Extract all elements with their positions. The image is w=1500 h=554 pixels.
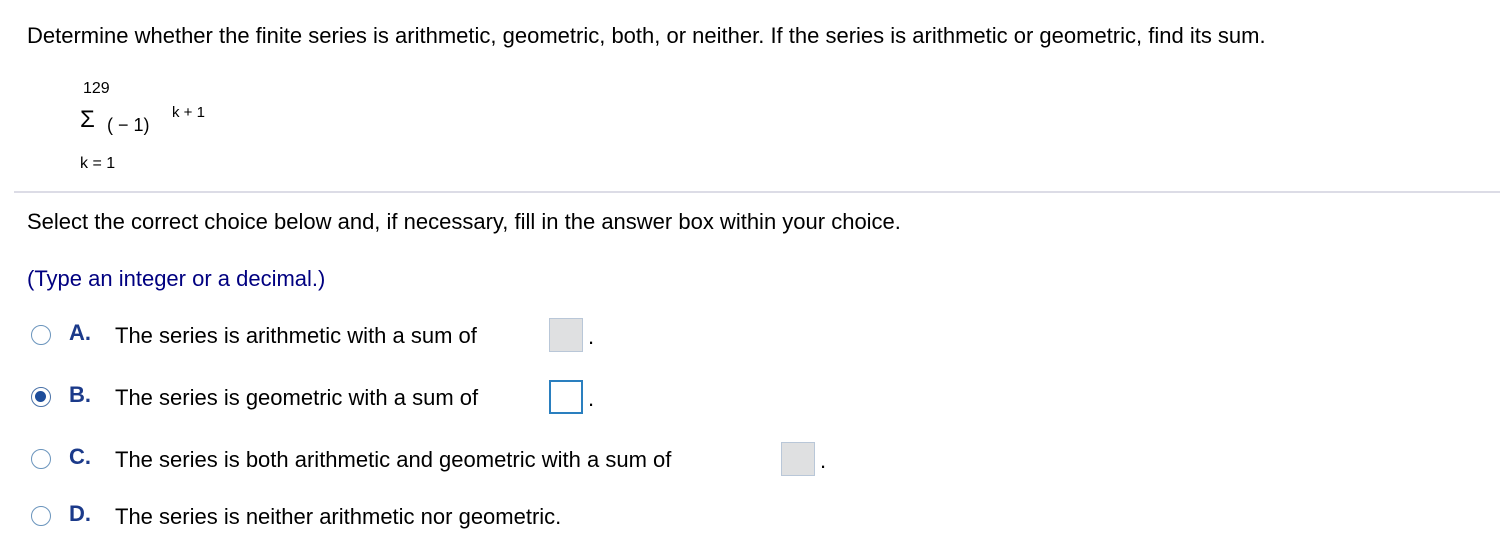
sigma-symbol: Σ xyxy=(80,106,95,133)
choice-d-text: The series is neither arithmetic nor geo… xyxy=(115,504,562,529)
choice-b-letter: B. xyxy=(69,382,91,407)
instruction-text: Select the correct choice below and, if … xyxy=(27,209,901,234)
answer-format-hint: (Type an integer or a decimal.) xyxy=(27,266,326,291)
choice-c-letter: C. xyxy=(69,444,91,469)
question-text: Determine whether the finite series is a… xyxy=(27,23,1266,48)
choice-a-radio[interactable] xyxy=(31,325,51,345)
choice-c-text: The series is both arithmetic and geomet… xyxy=(115,447,672,472)
section-divider xyxy=(14,191,1500,193)
choice-c[interactable]: C. The series is both arithmetic and geo… xyxy=(31,440,1031,480)
choice-a[interactable]: A. The series is arithmetic with a sum o… xyxy=(31,316,1031,356)
choice-a-text: The series is arithmetic with a sum of xyxy=(115,323,477,348)
choice-a-letter: A. xyxy=(69,320,91,345)
choice-b-answer-box[interactable] xyxy=(549,380,583,414)
sum-lower-limit: k = 1 xyxy=(80,155,116,172)
choice-d-radio[interactable] xyxy=(31,506,51,526)
choice-d-letter: D. xyxy=(69,501,91,526)
choice-b-radio[interactable] xyxy=(31,387,51,407)
choice-b[interactable]: B. The series is geometric with a sum of… xyxy=(31,378,1031,418)
series-term-exponent: k + 1 xyxy=(172,104,205,121)
choice-a-answer-box[interactable] xyxy=(549,318,583,352)
choice-c-period: . xyxy=(820,448,827,473)
series-term: ( − 1) xyxy=(107,115,150,135)
choice-d[interactable]: D. The series is neither arithmetic nor … xyxy=(31,497,1031,537)
choice-c-radio[interactable] xyxy=(31,449,51,469)
sum-upper-limit: 129 xyxy=(83,80,110,97)
choice-a-period: . xyxy=(588,324,595,349)
choice-b-text: The series is geometric with a sum of xyxy=(115,385,479,410)
choice-b-period: . xyxy=(588,386,595,411)
choice-c-answer-box[interactable] xyxy=(781,442,815,476)
